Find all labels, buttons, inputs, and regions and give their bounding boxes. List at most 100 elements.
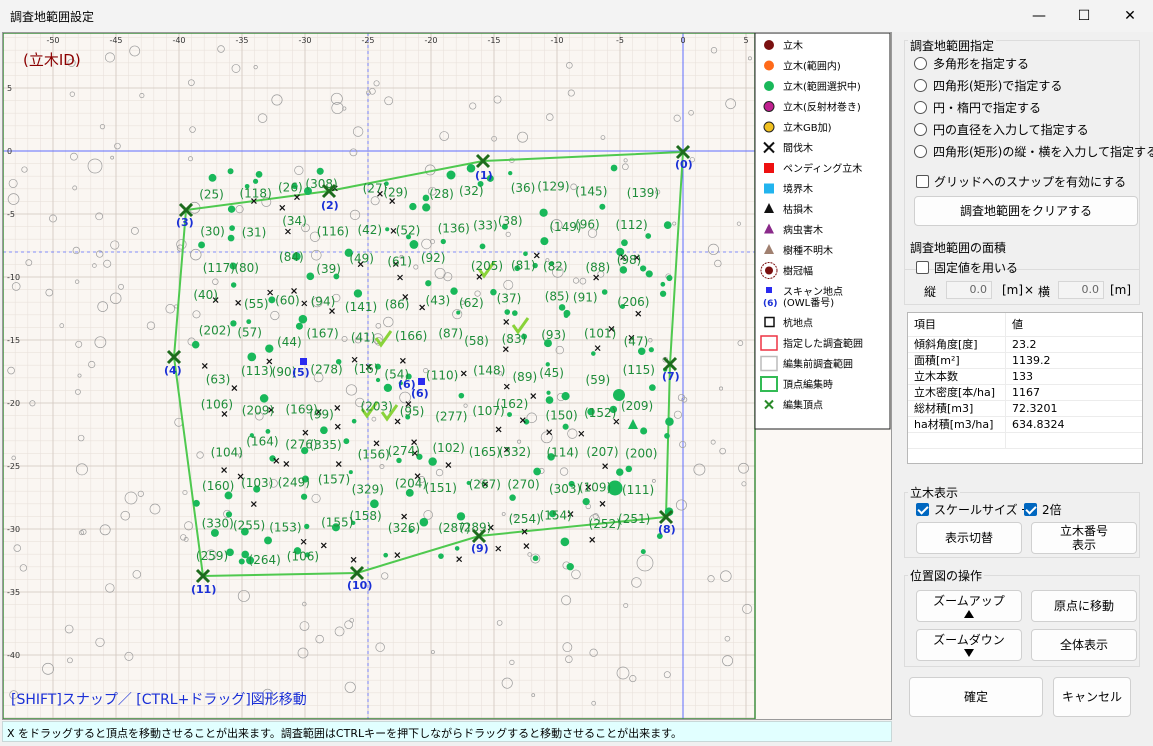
red-square-icon bbox=[764, 163, 774, 173]
row-value: 23.2 bbox=[1012, 338, 1037, 351]
fixed-value-checkbox[interactable] bbox=[916, 260, 929, 274]
ok-button[interactable]: 確定 bbox=[909, 677, 1043, 717]
tree-dot bbox=[562, 423, 569, 430]
arrow-down-icon bbox=[964, 649, 974, 657]
fixed-value-row[interactable]: 固定値を用いる bbox=[916, 257, 1018, 277]
tree-id-label: (326) bbox=[388, 521, 420, 535]
display-toggle-button[interactable]: 表示切替 bbox=[916, 522, 1022, 554]
tree-id-label: (148) bbox=[473, 364, 505, 378]
tree-id-label: (32) bbox=[459, 184, 484, 198]
scale-size-checkbox[interactable] bbox=[916, 502, 929, 516]
tree-dot bbox=[625, 465, 633, 473]
tree-dot bbox=[539, 208, 548, 217]
maximize-button[interactable]: ☐ bbox=[1061, 0, 1107, 32]
tate-input[interactable]: 0.0 bbox=[946, 281, 992, 299]
x-tick-label: -25 bbox=[361, 36, 374, 45]
tree-id-label: (91) bbox=[573, 291, 598, 305]
radio-icon[interactable] bbox=[914, 78, 927, 92]
radio-icon[interactable] bbox=[914, 122, 927, 136]
tree-id-label: (99) bbox=[309, 408, 334, 422]
vertex-label: (1) bbox=[475, 169, 493, 182]
snap-label: グリッドへのスナップを有効にする bbox=[934, 174, 1127, 189]
cancel-button[interactable]: キャンセル bbox=[1053, 677, 1131, 717]
double-size-row[interactable]: 2倍 bbox=[1024, 499, 1062, 519]
option-circle-diameter[interactable]: 円の直径を入力して指定する bbox=[914, 119, 1089, 139]
tree-id-label: (116) bbox=[317, 225, 349, 239]
tree-id-label: (109) bbox=[579, 480, 611, 494]
zoom-in-label: ズームアップ bbox=[933, 594, 1005, 608]
tree-id-label: (88) bbox=[586, 261, 611, 275]
tree-id-label: (38) bbox=[498, 214, 523, 228]
status-bar: X をドラッグすると頂点を移動させることが出来ます。調査範囲はCTRLキーを押下… bbox=[2, 721, 892, 742]
tree-id-label: (93) bbox=[541, 328, 566, 342]
legend-label: 病虫害木 bbox=[783, 224, 823, 237]
legend-label: 立木(反射材巻き) bbox=[783, 101, 861, 114]
radio-icon[interactable] bbox=[914, 100, 927, 114]
table-row: ha材積[m3/ha] 634.8324 bbox=[908, 417, 1142, 433]
row-key: 立木密度[本/ha] bbox=[908, 385, 1006, 400]
snap-checkbox[interactable] bbox=[916, 174, 929, 188]
header-value: 値 bbox=[1012, 318, 1023, 331]
vertex-label: (8) bbox=[658, 523, 676, 536]
zoom-out-button[interactable]: ズームダウン bbox=[916, 629, 1022, 661]
tree-id-label: (39) bbox=[316, 262, 341, 276]
tree-id-label: (264) bbox=[249, 553, 281, 567]
double-size-checkbox[interactable] bbox=[1024, 502, 1037, 516]
snap-checkbox-row[interactable]: グリッドへのスナップを有効にする bbox=[916, 171, 1126, 191]
zoom-in-button[interactable]: ズームアップ bbox=[916, 590, 1022, 622]
y-tick-label: -35 bbox=[7, 588, 20, 597]
x-tick-label: -20 bbox=[424, 36, 437, 45]
tree-id-label: (255) bbox=[233, 519, 265, 533]
row-value: 1139.2 bbox=[1012, 354, 1051, 367]
plot-area[interactable]: -50 -45 -40 -35 -30 -25 -20 -15 -10 -5 0 5 5 0 -5 -10 -1… bbox=[2, 32, 892, 720]
tree-id-label: (45) bbox=[539, 366, 564, 380]
scan-point-square bbox=[300, 358, 307, 365]
tree-id-label: (115) bbox=[623, 363, 655, 377]
x-tick-label: -45 bbox=[109, 36, 122, 45]
option-label: 多角形を指定する bbox=[933, 56, 1030, 71]
legend-label: 立木(範囲内) bbox=[783, 60, 841, 73]
tree-id-label: (254) bbox=[509, 512, 541, 526]
radio-icon[interactable] bbox=[914, 56, 927, 70]
option-label: 四角形(矩形)で指定する bbox=[933, 78, 1063, 93]
legend-label: 立木GB加) bbox=[783, 121, 832, 134]
y-tick-label: -20 bbox=[7, 399, 20, 408]
option-polygon[interactable]: 多角形を指定する bbox=[914, 53, 1029, 73]
tree-number-button[interactable]: 立木番号 表示 bbox=[1031, 522, 1137, 554]
tree-id-label: (106) bbox=[201, 398, 233, 412]
vertex-label: (11) bbox=[191, 583, 216, 596]
tree-dot bbox=[409, 202, 417, 211]
tree-dot bbox=[619, 266, 628, 274]
tree-dot bbox=[582, 497, 590, 506]
option-rectangle[interactable]: 四角形(矩形)で指定する bbox=[914, 75, 1062, 95]
tree-id-label: (104) bbox=[211, 446, 243, 460]
crown-center-icon bbox=[765, 266, 773, 275]
tree-id-label: (335) bbox=[309, 438, 341, 452]
scale-size-row[interactable]: スケールサイズ 一 bbox=[916, 499, 1033, 519]
tree-id-label: (117) bbox=[203, 261, 235, 275]
x-tick-label: -40 bbox=[172, 36, 185, 45]
tree-dot bbox=[645, 233, 652, 239]
tree-id-label: (92) bbox=[421, 251, 446, 265]
tree-dot bbox=[545, 396, 554, 404]
tree-dot bbox=[616, 468, 624, 476]
x-tick-label: -50 bbox=[46, 36, 59, 45]
close-button[interactable]: ✕ bbox=[1107, 0, 1153, 32]
tree-dot bbox=[450, 287, 458, 295]
tree-dot bbox=[255, 170, 263, 178]
vertex-label: (5) bbox=[292, 366, 310, 379]
tree-id-label: (103) bbox=[241, 476, 273, 490]
tree-dot bbox=[229, 225, 235, 231]
double-size-label: 2倍 bbox=[1042, 502, 1062, 517]
scan-point-square bbox=[418, 378, 425, 385]
minimize-button[interactable]: — bbox=[1016, 0, 1062, 32]
yoko-input[interactable]: 0.0 bbox=[1058, 281, 1104, 299]
fit-all-button[interactable]: 全体表示 bbox=[1031, 629, 1137, 661]
radio-icon[interactable] bbox=[914, 144, 927, 158]
option-rect-size[interactable]: 四角形(矩形)の縦・横を入力して指定する bbox=[914, 141, 1153, 161]
option-circle-ellipse[interactable]: 円・楕円で指定する bbox=[914, 97, 1041, 117]
move-to-origin-button[interactable]: 原点に移動 bbox=[1031, 590, 1137, 622]
plot-canvas[interactable]: -50 -45 -40 -35 -30 -25 -20 -15 -10 -5 0 550-5-10-1… bbox=[3, 33, 891, 719]
zoom-out-label: ズームダウン bbox=[933, 633, 1005, 647]
clear-range-button[interactable]: 調査地範囲をクリアする bbox=[914, 196, 1138, 226]
